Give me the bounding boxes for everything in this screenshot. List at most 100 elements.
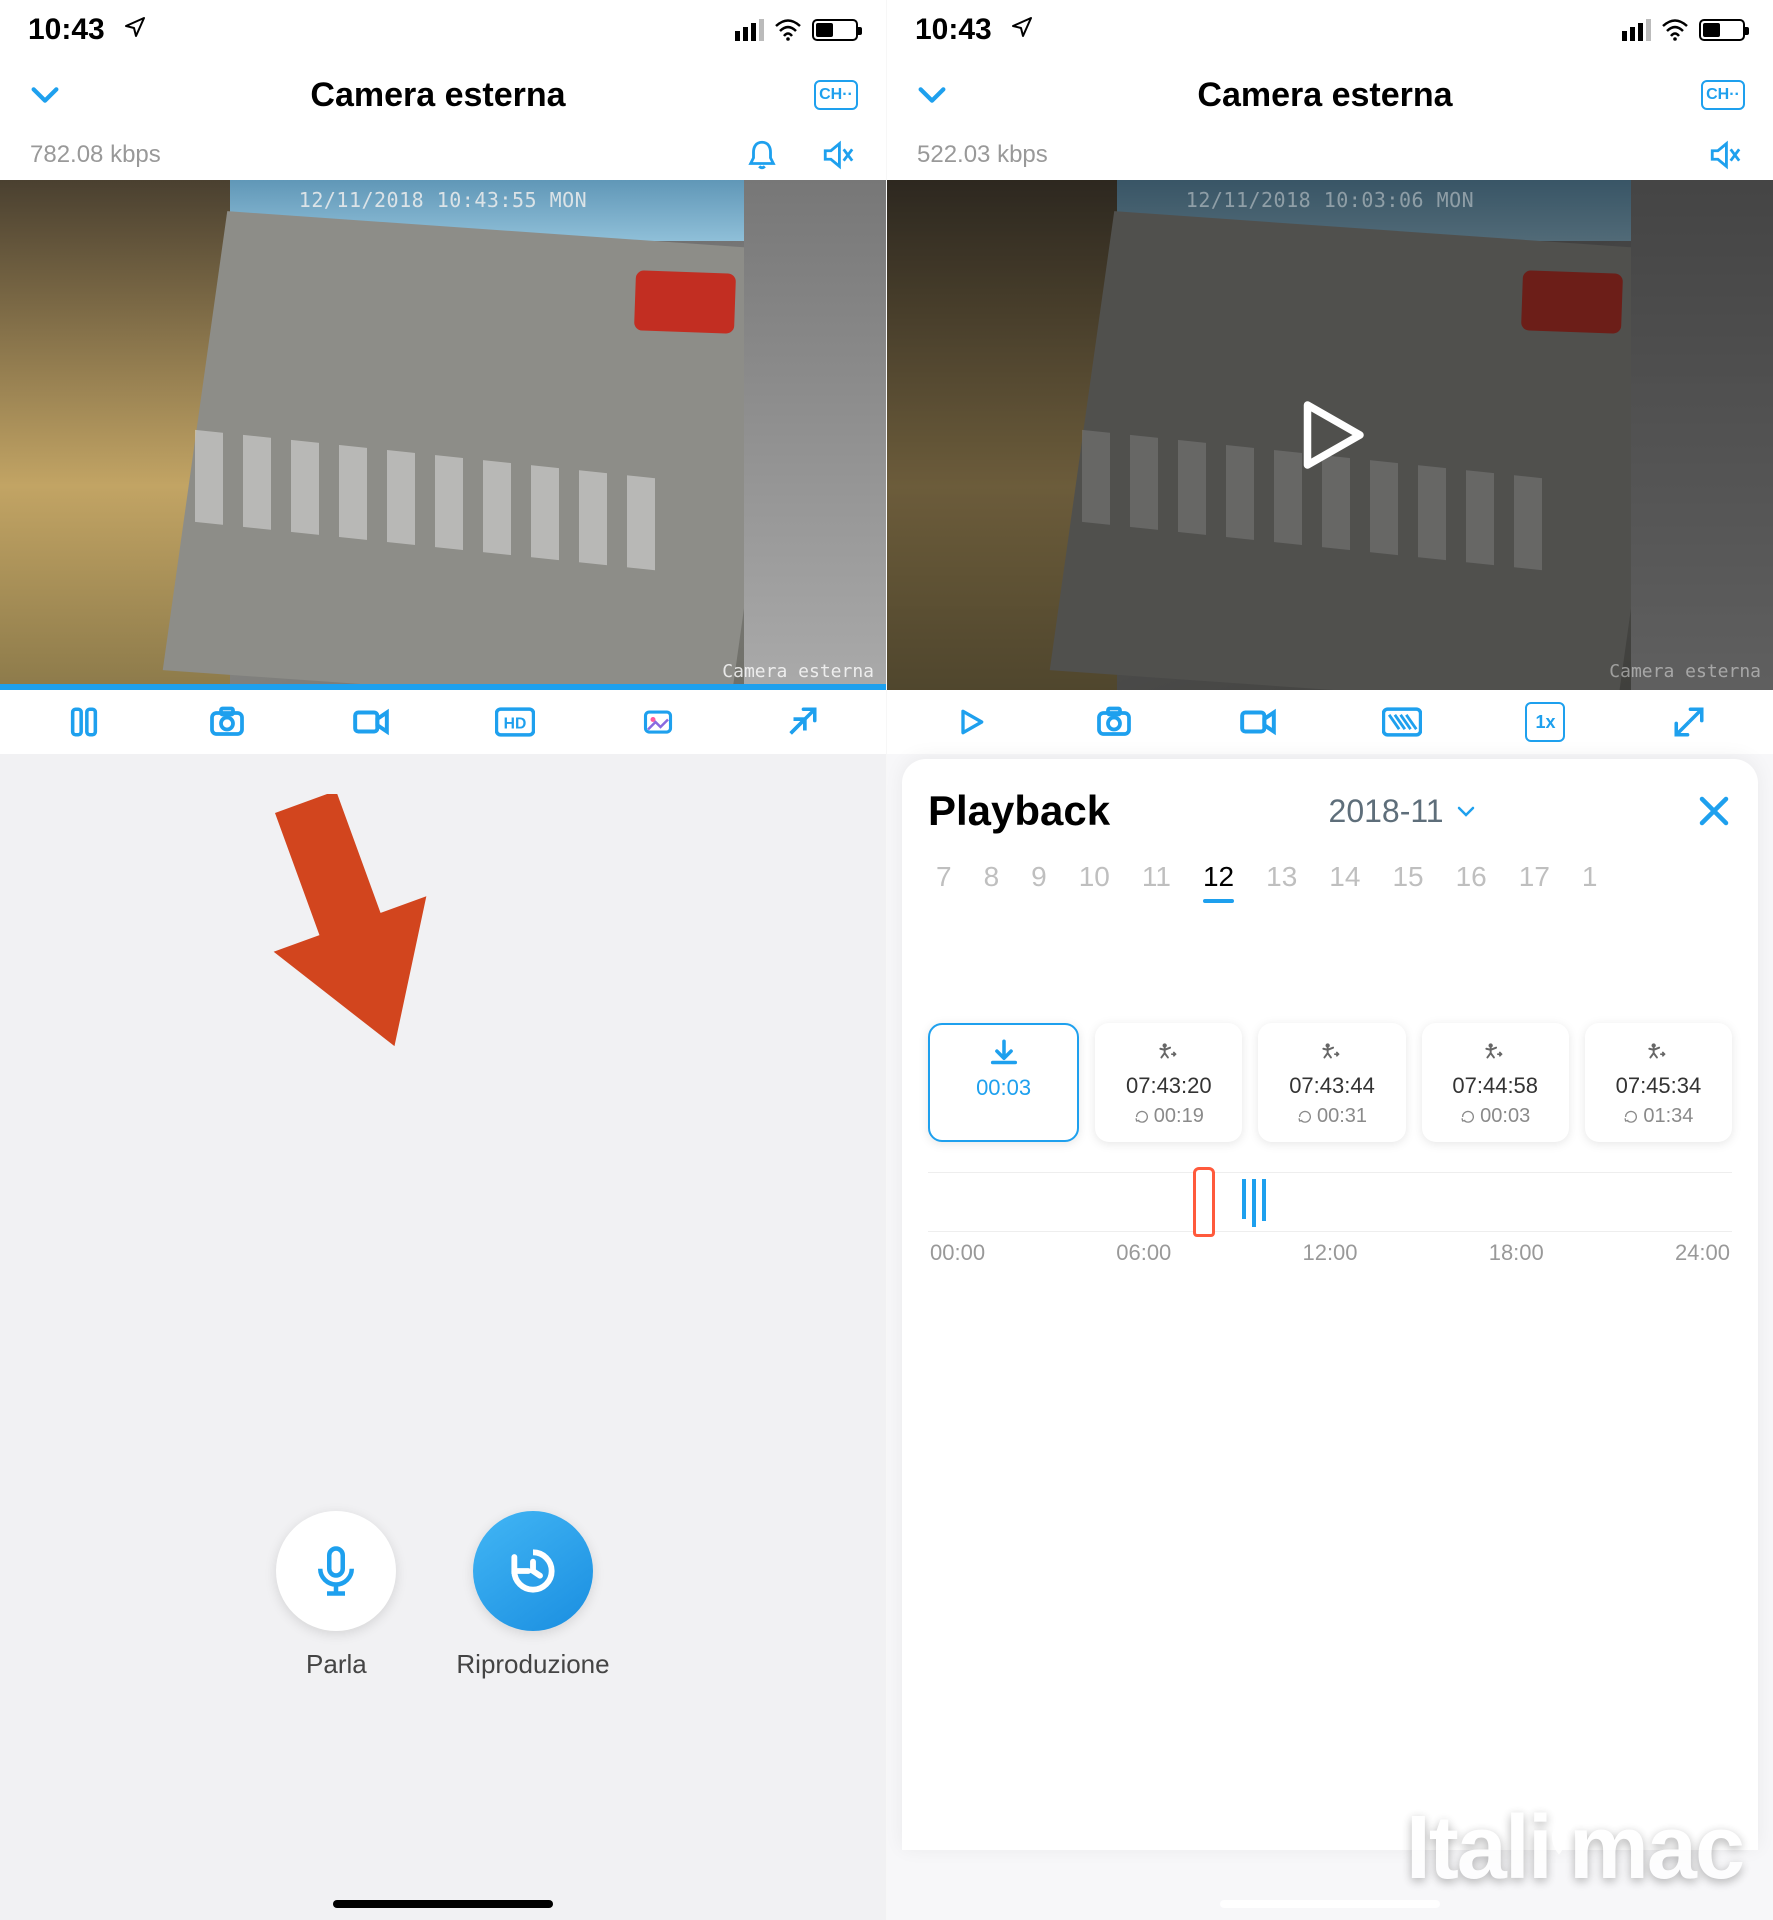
camera-subheader: 782.08 kbps xyxy=(0,130,886,180)
annotation-arrow-icon xyxy=(260,794,440,1054)
pip-button[interactable] xyxy=(638,702,678,742)
talk-label: Parla xyxy=(306,1649,367,1680)
timeline[interactable] xyxy=(928,1172,1732,1232)
snapshot-button[interactable] xyxy=(207,702,247,742)
clip-3[interactable]: 07:45:34 01:34 xyxy=(1585,1023,1732,1142)
day-1[interactable]: 1 xyxy=(1578,855,1602,903)
day-15[interactable]: 15 xyxy=(1388,855,1427,903)
video-timestamp: 12/11/2018 10:03:06 MON xyxy=(1186,188,1474,212)
bell-icon[interactable] xyxy=(744,137,780,173)
camera-header: Camera esterna CH·· xyxy=(0,60,886,130)
battery-icon xyxy=(1699,19,1745,41)
playback-pane: 10:43 Camera esterna CH·· 522.03 kbps xyxy=(887,0,1773,1920)
day-11[interactable]: 11 xyxy=(1138,855,1175,903)
timeline-label: 24:00 xyxy=(1675,1240,1730,1266)
month-label: 2018-11 xyxy=(1329,793,1444,830)
playback-lower-panel: Playback 2018-11 789 10 11 12 13 14 15 16 17 1 00… xyxy=(887,754,1773,1920)
filter-button[interactable] xyxy=(1382,702,1422,742)
day-16[interactable]: 16 xyxy=(1452,855,1491,903)
camera-title: Camera esterna xyxy=(949,76,1701,115)
live-video[interactable]: 12/11/2018 10:43:55 MON Camera esterna xyxy=(0,180,886,690)
camera-subheader: 522.03 kbps xyxy=(887,130,1773,180)
snapshot-button[interactable] xyxy=(1094,702,1134,742)
play-button[interactable] xyxy=(951,702,991,742)
day-9[interactable]: 9 xyxy=(1027,855,1051,903)
day-8[interactable]: 8 xyxy=(980,855,1004,903)
download-clip[interactable]: 00:03 xyxy=(928,1023,1079,1142)
playback-button[interactable] xyxy=(473,1511,593,1631)
video-camera-label: Camera esterna xyxy=(722,661,874,682)
timeline-label: 00:00 xyxy=(930,1240,985,1266)
month-picker[interactable]: 2018-11 xyxy=(1110,793,1696,830)
mute-icon[interactable] xyxy=(1707,137,1743,173)
camera-header: Camera esterna CH·· xyxy=(887,60,1773,130)
cellular-icon xyxy=(1622,19,1651,41)
status-time: 10:43 xyxy=(28,13,147,47)
record-button[interactable] xyxy=(1238,702,1278,742)
status-bar: 10:43 xyxy=(0,0,886,60)
pause-button[interactable] xyxy=(64,702,104,742)
record-button[interactable] xyxy=(351,702,391,742)
svg-text:HD: HD xyxy=(503,715,526,732)
video-camera-label: Camera esterna xyxy=(1609,661,1761,682)
wifi-icon xyxy=(774,19,802,41)
timeline-events xyxy=(1242,1179,1266,1225)
status-time-text: 10:43 xyxy=(28,13,105,46)
day-7[interactable]: 7 xyxy=(932,855,956,903)
day-strip[interactable]: 789 10 11 12 13 14 15 16 17 1 xyxy=(928,855,1732,903)
talk-button[interactable] xyxy=(276,1511,396,1631)
video-timestamp: 12/11/2018 10:43:55 MON xyxy=(299,188,587,212)
location-icon xyxy=(123,15,147,39)
day-13[interactable]: 13 xyxy=(1262,855,1301,903)
close-button[interactable] xyxy=(1696,793,1732,829)
clip-0[interactable]: 07:43:20 00:19 xyxy=(1095,1023,1242,1142)
status-right xyxy=(735,19,858,41)
watermark-text-1: Itali xyxy=(1406,1797,1551,1900)
fullscreen-button[interactable] xyxy=(1669,702,1709,742)
camera-title: Camera esterna xyxy=(62,76,814,115)
clip-1[interactable]: 07:43:44 00:31 xyxy=(1258,1023,1405,1142)
home-indicator[interactable] xyxy=(1220,1900,1440,1908)
clip-strip: 00:03 07:43:20 00:19 07:43:44 00:31 07:4… xyxy=(928,1023,1732,1142)
playback-toolbar: 1x xyxy=(887,690,1773,754)
wifi-icon xyxy=(1661,19,1689,41)
day-10[interactable]: 10 xyxy=(1075,855,1114,903)
fullscreen-button[interactable] xyxy=(782,702,822,742)
day-17[interactable]: 17 xyxy=(1515,855,1554,903)
quality-button[interactable]: HD xyxy=(495,702,535,742)
leaf-icon xyxy=(1545,1822,1573,1856)
timeline-label: 18:00 xyxy=(1489,1240,1544,1266)
playback-title: Playback xyxy=(928,787,1110,835)
watermark: Itali mac xyxy=(1406,1797,1743,1900)
live-lower-panel: Parla Riproduzione xyxy=(0,754,886,1920)
timeline-label: 12:00 xyxy=(1302,1240,1357,1266)
live-toolbar: HD xyxy=(0,690,886,754)
day-12[interactable]: 12 xyxy=(1199,855,1238,903)
status-bar: 10:43 xyxy=(887,0,1773,60)
playback-header: Playback 2018-11 xyxy=(928,787,1732,835)
location-icon xyxy=(1010,15,1034,39)
timeline-label: 06:00 xyxy=(1116,1240,1171,1266)
home-indicator[interactable] xyxy=(333,1900,553,1908)
clip-2[interactable]: 07:44:58 00:03 xyxy=(1422,1023,1569,1142)
play-overlay-button[interactable] xyxy=(1285,390,1375,480)
speed-button[interactable]: 1x xyxy=(1525,702,1565,742)
cellular-icon xyxy=(735,19,764,41)
live-view-pane: 10:43 Camera esterna CH·· 782.08 kbps xyxy=(0,0,887,1920)
scrub-bar[interactable] xyxy=(0,684,886,690)
chevron-down-icon xyxy=(1454,799,1478,823)
timeline-cursor[interactable] xyxy=(1193,1167,1215,1237)
channel-button[interactable]: CH·· xyxy=(1701,80,1745,110)
status-time-text: 10:43 xyxy=(915,13,992,46)
bitrate-label: 522.03 kbps xyxy=(917,141,1048,169)
day-14[interactable]: 14 xyxy=(1325,855,1364,903)
playback-video[interactable]: 12/11/2018 10:03:06 MON Camera esterna xyxy=(887,180,1773,690)
collapse-button[interactable] xyxy=(28,78,62,112)
status-right xyxy=(1622,19,1745,41)
status-time: 10:43 xyxy=(915,13,1034,47)
collapse-button[interactable] xyxy=(915,78,949,112)
channel-button[interactable]: CH·· xyxy=(814,80,858,110)
timeline-labels: 00:00 06:00 12:00 18:00 24:00 xyxy=(928,1240,1732,1266)
mute-icon[interactable] xyxy=(820,137,856,173)
playback-card: Playback 2018-11 789 10 11 12 13 14 15 16 17 1 00… xyxy=(902,759,1758,1850)
